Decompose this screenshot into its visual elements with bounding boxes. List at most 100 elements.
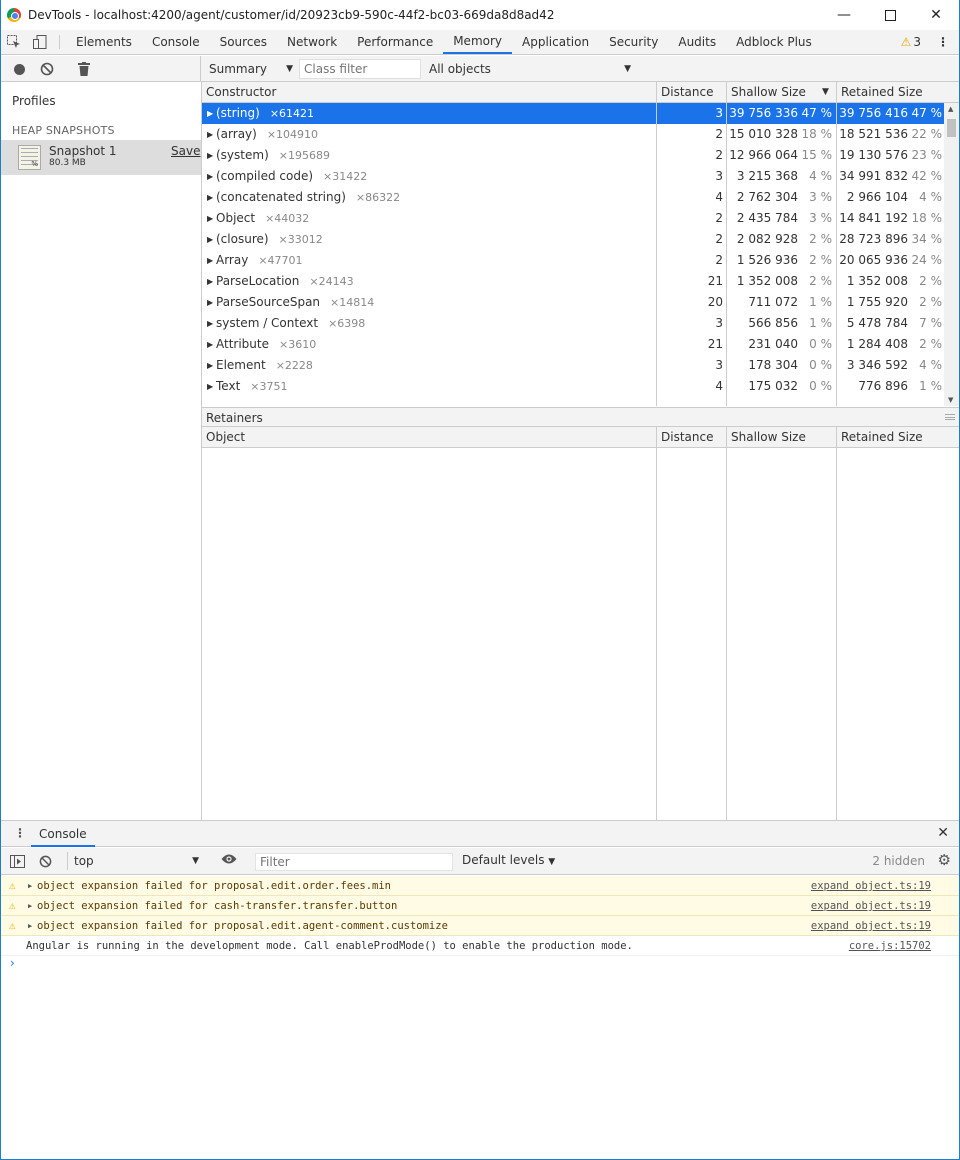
minimize-button[interactable]: — [821,0,867,30]
table-row[interactable]: ▶ Attribute ×3610 21 231 040 0 % 1 284 408 2 % [202,334,944,355]
console-warning-message[interactable]: ⚠ ▶ object expansion failed for proposal.e… [1,876,959,896]
table-row[interactable]: ▶ (system) ×195689 2 12 966 064 15 % 19 130 57… [202,145,944,166]
resize-grip-icon[interactable] [945,414,955,420]
table-row[interactable]: ▶ (array) ×104910 2 15 010 328 18 % 18 521 536… [202,124,944,145]
collect-garbage-button[interactable] [72,57,96,81]
console-filter-input[interactable] [255,853,453,871]
maximize-button[interactable] [867,0,913,30]
customize-menu-button[interactable]: ⋮ [937,30,949,54]
console-warning-message[interactable]: ⚠ ▶ object expansion failed for proposal.e… [1,916,959,936]
message-source-link[interactable]: expand object.ts:19 [811,896,931,916]
shallow-size-cell: 15 010 328 [729,127,798,141]
table-row[interactable]: ▶ (concatenated string) ×86322 4 2 762 304 3 … [202,187,944,208]
retained-size-header[interactable]: Retained Size [837,82,923,103]
expand-arrow-icon[interactable]: ▶ [207,145,213,166]
expand-arrow-icon[interactable]: ▶ [207,271,213,292]
distance-cell: 2 [715,232,723,246]
ret-retained-size-header[interactable]: Retained Size [837,427,923,448]
shallow-size-header[interactable]: Shallow Size [727,82,806,103]
constructor-cell: ParseSourceSpan ×14814 [216,292,374,313]
table-row[interactable]: ▶ Array ×47701 2 1 526 936 2 % 20 065 936 24 % [202,250,944,271]
shallow-percent-cell: 3 % [809,190,832,204]
console-log-message[interactable]: Angular is running in the development mo… [1,936,959,956]
objects-select[interactable]: All objects ▼ [427,59,633,79]
console-settings-icon[interactable]: ⚙ [938,851,951,869]
expand-arrow-icon[interactable]: ▶ [207,250,213,271]
clear-icon [39,855,51,867]
clear-profiles-button[interactable] [35,57,59,81]
constructor-header[interactable]: Constructor [202,82,276,103]
retained-size-cell: 39 756 416 [839,106,908,120]
take-snapshot-button[interactable] [7,57,31,81]
tab-performance[interactable]: Performance [347,30,443,54]
expand-arrow-icon[interactable]: ▶ [207,313,213,334]
object-header[interactable]: Object [202,427,245,448]
trash-icon [78,62,90,76]
expand-arrow-icon[interactable]: ▶ [207,334,213,355]
table-row[interactable]: ▶ Element ×2228 3 178 304 0 % 3 346 592 4 % [202,355,944,376]
context-select[interactable]: top ▼ [67,852,205,870]
scroll-up-icon[interactable]: ▲ [948,105,953,113]
clear-console-button[interactable] [33,849,57,873]
retained-percent-cell: 1 % [919,379,942,393]
table-row[interactable]: ▶ system / Context ×6398 3 566 856 1 % 5 478 7… [202,313,944,334]
close-drawer-icon[interactable]: ✕ [937,825,949,841]
instance-count: ×3751 [250,380,288,393]
expand-arrow-icon[interactable]: ▶ [207,229,213,250]
ret-shallow-size-header[interactable]: Shallow Size [727,427,806,448]
live-expression-button[interactable] [221,853,237,868]
tab-memory[interactable]: Memory [443,30,513,54]
grid-scrollbar[interactable]: ▲ ▼ [944,103,959,406]
expand-arrow-icon[interactable]: ▶ [207,355,213,376]
retainers-bar[interactable]: Retainers [202,407,959,427]
tab-sources[interactable]: Sources [210,30,277,54]
scroll-thumb[interactable] [947,119,956,137]
class-filter-input[interactable] [299,59,421,79]
tab-application[interactable]: Application [512,30,599,54]
expand-arrow-icon[interactable]: ▶ [207,124,213,145]
close-window-button[interactable]: ✕ [913,0,959,30]
table-row[interactable]: ▶ Text ×3751 4 175 032 0 % 776 896 1 % [202,376,944,397]
table-row[interactable]: ▶ (closure) ×33012 2 2 082 928 2 % 28 723 896 3… [202,229,944,250]
device-toolbar-button[interactable] [27,30,53,54]
expand-arrow-icon[interactable]: ▶ [28,896,32,916]
table-row[interactable]: ▶ (string) ×61421 3 39 756 336 47 % 39 756 416… [202,103,944,124]
tab-elements[interactable]: Elements [66,30,142,54]
log-levels-select[interactable]: Default levels ▼ [462,853,555,867]
scroll-down-icon[interactable]: ▼ [948,396,953,404]
profiles-heading[interactable]: Profiles [12,94,56,108]
expand-arrow-icon[interactable]: ▶ [207,292,213,313]
save-snapshot-link[interactable]: Save [171,144,200,158]
console-sidebar-button[interactable] [5,849,29,873]
table-row[interactable]: ▶ ParseLocation ×24143 21 1 352 008 2 % 1 352 … [202,271,944,292]
expand-arrow-icon[interactable]: ▶ [28,916,32,936]
console-prompt[interactable]: › [10,956,15,970]
snapshot-item[interactable]: % Snapshot 1 80.3 MB Save [1,140,201,175]
expand-arrow-icon[interactable]: ▶ [207,208,213,229]
message-source-link[interactable]: core.js:15702 [849,936,931,956]
tab-security[interactable]: Security [599,30,668,54]
expand-arrow-icon[interactable]: ▶ [207,103,213,124]
expand-arrow-icon[interactable]: ▶ [207,376,213,397]
distance-header[interactable]: Distance [657,82,713,103]
message-source-link[interactable]: expand object.ts:19 [811,876,931,896]
table-row[interactable]: ▶ ParseSourceSpan ×14814 20 711 072 1 % 1 755 … [202,292,944,313]
drawer-tab-console[interactable]: Console [31,821,95,847]
message-source-link[interactable]: expand object.ts:19 [811,916,931,936]
constructor-cell: (array) ×104910 [216,124,318,145]
expand-arrow-icon[interactable]: ▶ [28,876,32,896]
tab-audits[interactable]: Audits [668,30,726,54]
table-row[interactable]: ▶ (compiled code) ×31422 3 3 215 368 4 % 34 99… [202,166,944,187]
expand-arrow-icon[interactable]: ▶ [207,166,213,187]
expand-arrow-icon[interactable]: ▶ [207,187,213,208]
view-select[interactable]: Summary ▼ [207,59,295,79]
tab-console[interactable]: Console [142,30,210,54]
inspect-element-button[interactable] [1,30,27,54]
tab-adblock-plus[interactable]: Adblock Plus [726,30,822,54]
warning-counter[interactable]: ⚠ 3 [901,30,921,54]
ret-distance-header[interactable]: Distance [657,427,713,448]
table-row[interactable]: ▶ Object ×44032 2 2 435 784 3 % 14 841 192 18 % [202,208,944,229]
tab-network[interactable]: Network [277,30,347,54]
drawer-menu-icon[interactable]: ⋮ [14,826,26,840]
console-warning-message[interactable]: ⚠ ▶ object expansion failed for cash-trans… [1,896,959,916]
